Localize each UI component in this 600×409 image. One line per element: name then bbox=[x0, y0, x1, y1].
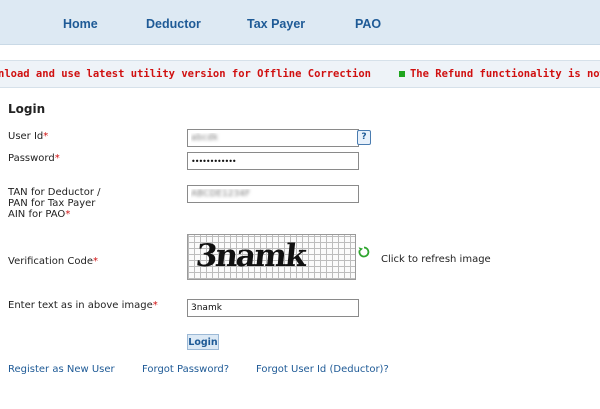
help-icon[interactable]: ? bbox=[357, 130, 371, 145]
user-id-label: User Id* bbox=[8, 131, 49, 142]
ticker-message-1: nload and use latest utility version for… bbox=[0, 68, 371, 80]
forgot-user-id-link[interactable]: Forgot User Id (Deductor)? bbox=[256, 364, 389, 375]
required-mark: * bbox=[152, 300, 158, 311]
register-link[interactable]: Register as New User bbox=[8, 364, 115, 375]
nav-pao[interactable]: PAO bbox=[355, 17, 381, 31]
captcha-image: 3namk bbox=[187, 234, 356, 280]
top-nav-bar: Home Deductor Tax Payer PAO bbox=[0, 0, 600, 45]
ticker-content: nload and use latest utility version for… bbox=[0, 68, 600, 80]
refresh-image-text[interactable]: Click to refresh image bbox=[381, 254, 491, 265]
forgot-password-link[interactable]: Forgot Password? bbox=[142, 364, 229, 375]
password-label: Password* bbox=[8, 153, 60, 164]
ticker-bullet-icon bbox=[398, 70, 405, 77]
user-id-input[interactable] bbox=[187, 129, 359, 147]
login-button[interactable]: Login bbox=[187, 334, 219, 350]
nav-deductor[interactable]: Deductor bbox=[146, 17, 201, 31]
refresh-icon[interactable] bbox=[358, 246, 370, 258]
nav-home[interactable]: Home bbox=[63, 17, 98, 31]
password-input[interactable] bbox=[187, 152, 359, 170]
tan-pan-ain-label: TAN for Deductor / PAN for Tax Payer AIN… bbox=[8, 187, 101, 220]
enter-text-label: Enter text as in above image* bbox=[8, 300, 158, 311]
required-mark: * bbox=[54, 153, 60, 164]
ticker-message-2: The Refund functionality is now ena bbox=[409, 68, 600, 80]
captcha-input[interactable] bbox=[187, 299, 359, 317]
login-title: Login bbox=[8, 102, 46, 116]
verification-code-label: Verification Code* bbox=[8, 256, 98, 267]
tan-pan-ain-input[interactable] bbox=[187, 185, 359, 203]
announcement-ticker: nload and use latest utility version for… bbox=[0, 60, 600, 88]
nav-tax-payer[interactable]: Tax Payer bbox=[247, 17, 305, 31]
captcha-text: 3namk bbox=[194, 238, 307, 274]
required-mark: * bbox=[92, 256, 98, 267]
required-mark: * bbox=[43, 131, 49, 142]
required-mark: * bbox=[65, 209, 71, 220]
